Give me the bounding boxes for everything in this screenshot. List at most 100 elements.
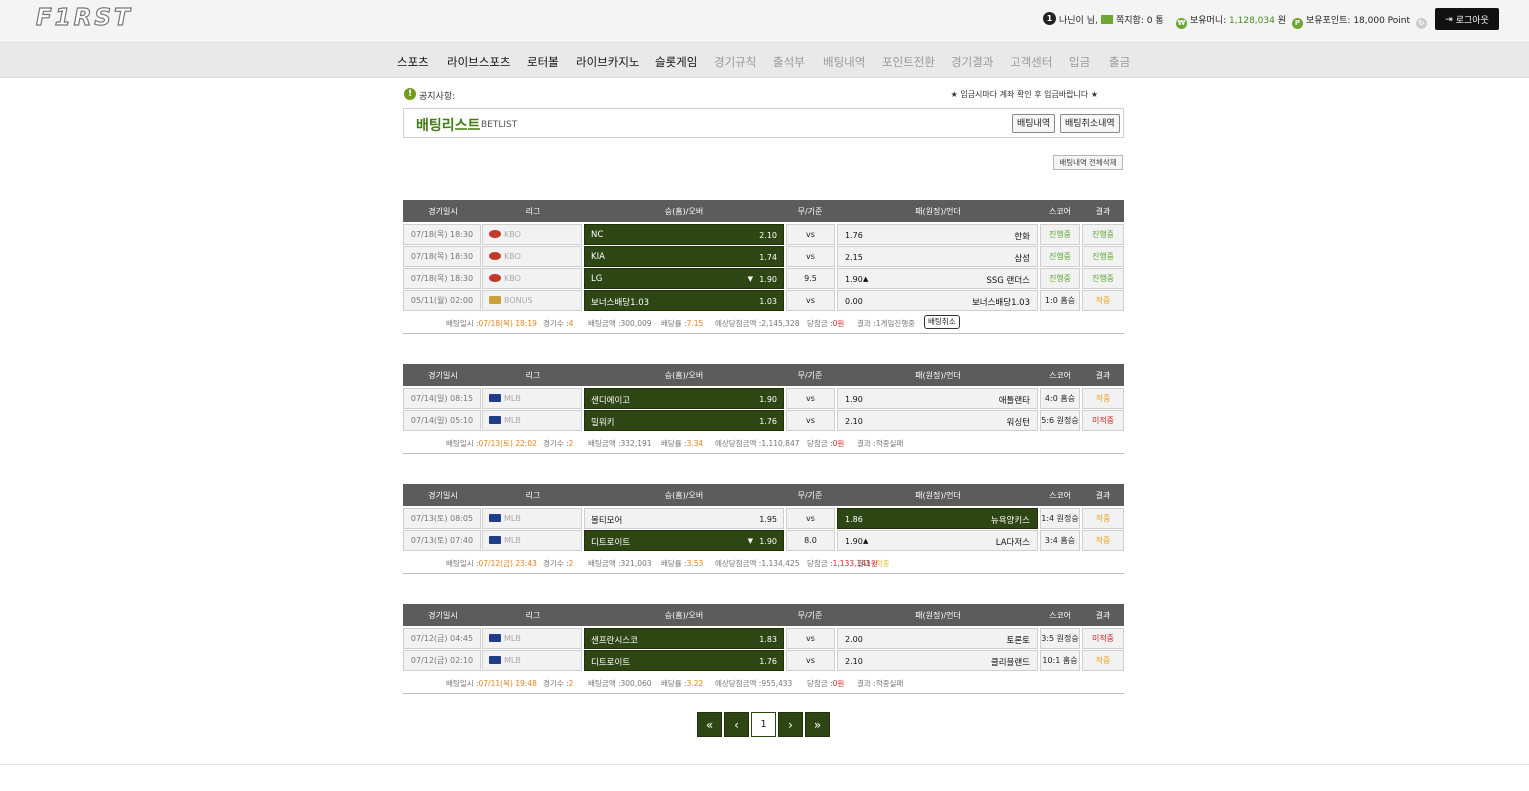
- cancel-bet-button[interactable]: 배팅취소: [924, 315, 960, 329]
- score: 진행중: [1040, 268, 1080, 289]
- home-odds: 1.76: [759, 417, 777, 426]
- away-odds: 1.90: [845, 395, 863, 404]
- home-bet-cell[interactable]: 샌프란시스코 1.83: [584, 628, 784, 649]
- nav-item[interactable]: 입금: [1069, 54, 1090, 70]
- league: MLB: [482, 530, 582, 551]
- home-team: NC: [591, 230, 604, 240]
- away-bet-cell[interactable]: 1.90 ▲ SSG 랜더스: [837, 268, 1038, 289]
- table-row: 05/11(월) 02:00 BONUS 보너스배당1.03 1.03 vs 0.00 보너…: [403, 290, 1124, 311]
- away-bet-cell[interactable]: 1.90 애틀랜타: [837, 388, 1038, 409]
- league-icon: [489, 394, 501, 402]
- last-page-button[interactable]: »: [805, 712, 830, 737]
- first-page-button[interactable]: «: [697, 712, 722, 737]
- home-bet-cell[interactable]: 샌디에이고 1.90: [584, 388, 784, 409]
- draw-cell[interactable]: vs: [786, 224, 835, 245]
- bet-cancel-history-button[interactable]: 배팅취소내역: [1060, 114, 1120, 133]
- nav-item[interactable]: 슬롯게임: [655, 54, 697, 70]
- draw-cell[interactable]: vs: [786, 628, 835, 649]
- message-icon: [1101, 15, 1113, 24]
- draw-cell[interactable]: vs: [786, 650, 835, 671]
- result: 미적중: [1082, 410, 1124, 431]
- draw-cell[interactable]: vs: [786, 246, 835, 267]
- summary-value: 07/18(목) 18:19: [478, 319, 537, 328]
- summary-value: 7.15: [686, 319, 704, 328]
- away-odds: 1.90: [845, 537, 863, 546]
- nav-item[interactable]: 스포츠: [397, 54, 429, 70]
- home-bet-cell[interactable]: 밀워키 1.76: [584, 410, 784, 431]
- prev-page-button[interactable]: ‹: [724, 712, 749, 737]
- league: MLB: [482, 410, 582, 431]
- summary-value: 3.53: [686, 559, 704, 568]
- home-bet-cell[interactable]: NC 2.10: [584, 224, 784, 245]
- logo[interactable]: F1RST: [35, 4, 133, 31]
- summary-odds: 배당률 :3.22: [661, 678, 703, 689]
- summary-value: 2,145,328: [761, 319, 800, 328]
- notice-bar: ! 공지사항: ★ 입금시마다 계좌 확인 후 입금바랍니다 ★: [404, 88, 1124, 102]
- away-bet-cell[interactable]: 2.10 클리블랜드: [837, 650, 1038, 671]
- league-icon: [489, 536, 501, 544]
- nav-item[interactable]: 출금: [1109, 54, 1130, 70]
- summary-bet-time: 배팅일시 :07/18(목) 18:19: [446, 318, 537, 329]
- away-bet-cell[interactable]: 1.76 한화: [837, 224, 1038, 245]
- username[interactable]: 나닌이 님,: [1059, 13, 1098, 26]
- current-page[interactable]: 1: [751, 712, 776, 737]
- draw-cell[interactable]: vs: [786, 388, 835, 409]
- score: 1:0 홈승: [1040, 290, 1080, 311]
- match-date: 07/12(금) 02:10: [403, 650, 481, 671]
- league: KBO: [482, 268, 582, 289]
- away-team: 삼성: [1014, 254, 1030, 264]
- summary-value: 300,060: [620, 679, 652, 688]
- home-bet-cell[interactable]: 디트로이트 1.76: [584, 650, 784, 671]
- nav-item[interactable]: 배팅내역: [823, 54, 865, 70]
- column-header: 승(홈)/오버: [664, 371, 704, 380]
- away-bet-cell[interactable]: 0.00 보너스배당1.03: [837, 290, 1038, 311]
- delete-all-button[interactable]: 배팅내역 전체삭제: [1053, 155, 1123, 170]
- summary-value: 07/13(토) 22:02: [478, 439, 537, 448]
- result: 진행중: [1082, 268, 1124, 289]
- table-row: 07/18(목) 18:30 KBO LG ▼ 1.90 9.5 1.90 ▲ SSG 랜더스 진…: [403, 268, 1124, 289]
- bet-history-button[interactable]: 배팅내역: [1012, 114, 1056, 133]
- away-bet-cell[interactable]: 2.15 삼성: [837, 246, 1038, 267]
- summary-amount: 배팅금액 :332,191: [588, 438, 652, 449]
- draw-cell[interactable]: 8.0: [786, 530, 835, 551]
- notice-icon: !: [404, 88, 416, 100]
- away-bet-cell[interactable]: 1.86 뉴욕양키스: [837, 508, 1038, 529]
- summary-label: 당첨금 :: [807, 559, 833, 568]
- home-odds: 1.76: [759, 657, 777, 666]
- nav-item[interactable]: 포인트전환: [882, 54, 935, 70]
- bet-summary: 배팅일시 :07/12(금) 23:43 경기수 :2 배팅금액 :321,003 배…: [403, 552, 1124, 574]
- away-bet-cell[interactable]: 2.10 워싱턴: [837, 410, 1038, 431]
- messages[interactable]: 쪽지함: 0 통: [1101, 13, 1164, 26]
- nav-item[interactable]: 라이브스포츠: [447, 54, 510, 70]
- league-icon: [489, 634, 501, 642]
- summary-label: 배당률 :: [661, 439, 687, 448]
- home-bet-cell[interactable]: KIA 1.74: [584, 246, 784, 267]
- draw-cell[interactable]: vs: [786, 508, 835, 529]
- refresh-icon[interactable]: ↻: [1415, 18, 1427, 29]
- away-bet-cell[interactable]: 2.00 토론토: [837, 628, 1038, 649]
- summary-label: 배팅일시 :: [446, 559, 479, 568]
- home-bet-cell[interactable]: 디트로이트 ▼ 1.90: [584, 530, 784, 551]
- nav-item[interactable]: 경기규칙: [714, 54, 756, 70]
- league-name: MLB: [504, 416, 521, 425]
- logout-button[interactable]: ⇥ 로그아웃: [1435, 8, 1499, 30]
- nav-item[interactable]: 고객센터: [1010, 54, 1052, 70]
- nav-item[interactable]: 경기결과: [951, 54, 993, 70]
- home-odds: 1.90: [759, 537, 777, 546]
- home-bet-cell[interactable]: LG ▼ 1.90: [584, 268, 784, 289]
- away-bet-cell[interactable]: 1.90 ▲ LA다저스: [837, 530, 1038, 551]
- next-page-button[interactable]: ›: [778, 712, 803, 737]
- bet-summary: 배팅일시 :07/11(목) 19:48 경기수 :2 배팅금액 :300,060 배…: [403, 672, 1124, 694]
- nav-item[interactable]: 출석부: [773, 54, 805, 70]
- summary-count: 경기수 :2: [543, 678, 573, 689]
- point-icon: P: [1292, 18, 1303, 29]
- column-header: 패(원정)/언더: [915, 491, 961, 500]
- draw-cell[interactable]: vs: [786, 410, 835, 431]
- draw-cell[interactable]: 9.5: [786, 268, 835, 289]
- home-bet-cell[interactable]: 보너스배당1.03 1.03: [584, 290, 784, 311]
- draw-cell[interactable]: vs: [786, 290, 835, 311]
- league: KBO: [482, 224, 582, 245]
- nav-item[interactable]: 라이브카지노: [576, 54, 639, 70]
- home-bet-cell[interactable]: 볼티모어 1.95: [584, 508, 784, 529]
- nav-item[interactable]: 로터볼: [527, 54, 559, 70]
